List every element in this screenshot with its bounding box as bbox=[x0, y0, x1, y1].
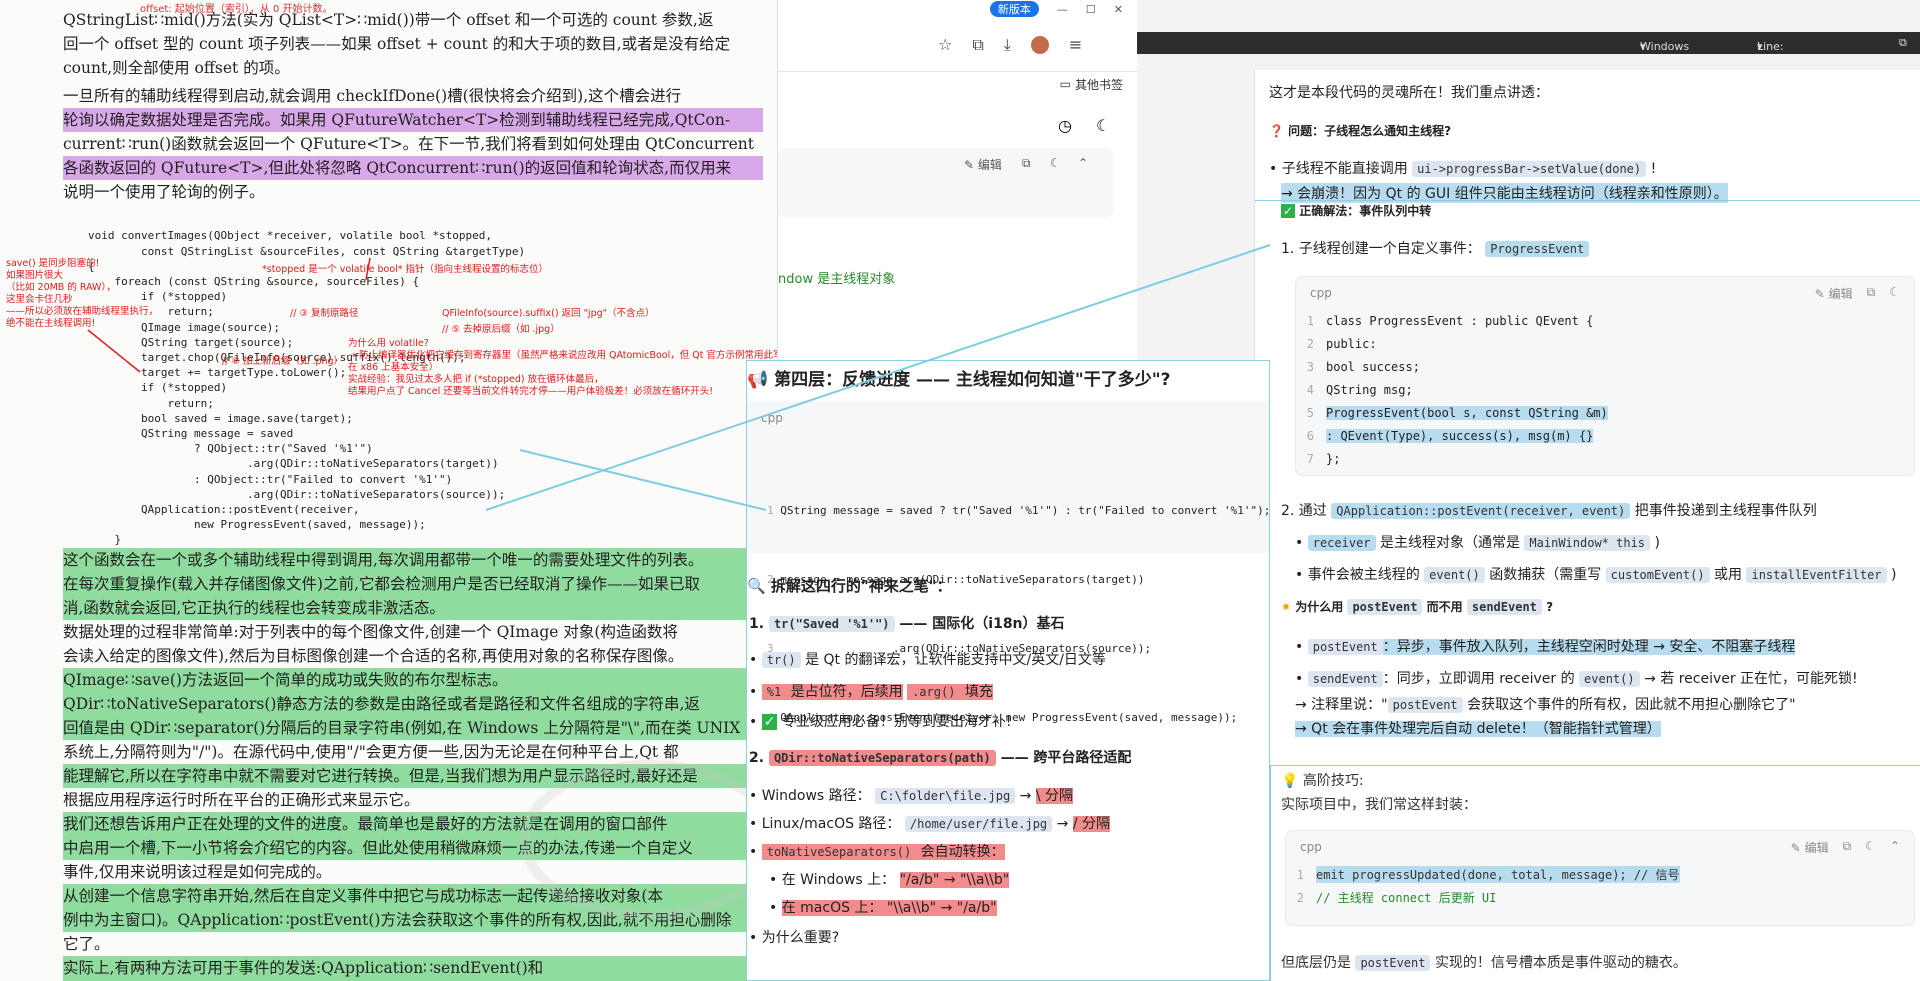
editor-statusbar: ▾ Windows (CRLF) ▾ Line: 30, Col: 24 ⧉ bbox=[1137, 32, 1920, 54]
annotation-add-note: // ⑥ 加上新后缀（如 .png） bbox=[222, 356, 344, 367]
progress-event-code-card: cpp ✎ 编辑 ⧉ ☾ 1 class ProgressEvent : public … bbox=[1295, 276, 1915, 476]
edit-button[interactable]: ✎ 编辑 bbox=[1815, 285, 1853, 302]
book-para-8: 实际上,有两种方法可用于事件的发送:QApplication∷sendEvent… bbox=[63, 956, 763, 981]
check-icon: ✓ bbox=[761, 714, 778, 730]
copy-icon[interactable]: ⧉ bbox=[1867, 285, 1876, 302]
magnifier-icon: 🔍 bbox=[747, 577, 766, 595]
browser-code-card: ✎ 编辑 ⧉ ☾ ⌃ bbox=[778, 148, 1113, 218]
collapse-icon[interactable]: ⌃ bbox=[1890, 839, 1900, 856]
center-code-card: cpp 1 QString message = saved ? tr("Save… bbox=[747, 401, 1269, 724]
why-important: • 为什么重要? bbox=[749, 930, 840, 946]
book-para-2: 一旦所有的辅助线程得到启动,就会调用 checkIfDone()槽(很快将会介绍… bbox=[63, 84, 763, 204]
browser-window: 新版本 — ☐ ✕ ☆ ⧉ ⤓ ≡ ▭ 其他书签 ◷ ☾ ✎ 编辑 ⧉ ☾ ⌃ … bbox=[777, 0, 1137, 370]
bulb-icon: 💡 bbox=[1281, 773, 1299, 789]
tip-footer: 但底层仍是 postEvent 实现的！信号槽本质是事件驱动的糖衣。 bbox=[1281, 955, 1687, 971]
browser-content: ◷ ☾ ✎ 编辑 ⧉ ☾ ⌃ ndow 是主线程对象 bbox=[778, 96, 1137, 370]
tip-title: 💡 高阶技巧: bbox=[1281, 773, 1364, 789]
question-icon: ❓ bbox=[1269, 124, 1284, 138]
theme-icon[interactable]: ☾ bbox=[1889, 285, 1900, 302]
edit-button[interactable]: ✎ 编辑 bbox=[964, 156, 1002, 173]
new-version-badge[interactable]: 新版本 bbox=[989, 1, 1039, 17]
theme-icon[interactable]: ☾ bbox=[1050, 156, 1061, 170]
right-intro: 这才是本段代码的灵魂所在！我们重点讲透： bbox=[1269, 85, 1549, 101]
bullet-sendevent: • sendEvent ：同步，立即调用 receiver 的 event() →… bbox=[1295, 671, 1858, 687]
why-postevent-title: ✷ 为什么用 postEvent 而不用 sendEvent ? bbox=[1281, 599, 1554, 615]
annotation-stopped-note: *stopped 是一个 volatile bool* 指针（指向主线程设置的标… bbox=[262, 264, 549, 275]
bookmarks-bar: ▭ 其他书签 bbox=[778, 72, 1137, 96]
layout-icon[interactable]: ⧉ bbox=[1899, 36, 1907, 50]
extensions-icon[interactable]: ⧉ bbox=[972, 35, 983, 55]
edit-button[interactable]: ✎ 编辑 bbox=[1791, 839, 1829, 856]
download-icon[interactable]: ⤓ bbox=[1004, 35, 1011, 55]
item-1-bullet-3: • ✓ 专业级应用必备！别等到要出海才补! bbox=[749, 714, 1012, 730]
annotation-save-note: save() 是同步阻塞的! 如果图片很大 （比如 20MB 的 RAW）， 这… bbox=[6, 258, 159, 329]
auto-convert-bullet: • toNativeSeparators() 会自动转换： bbox=[749, 844, 1005, 860]
annotation-exp-note: 实战经验：我见过太多人把 if (*stopped) 放在循环体最后， 结果用户… bbox=[348, 374, 714, 397]
advanced-tip-panel: 💡 高阶技巧: 实际项目中，我们常这样封装： cpp ✎ 编辑 ⧉ ☾ ⌃ 1 emit … bbox=[1270, 765, 1920, 981]
annotation-suffix-note: QFileInfo(source).suffix() 返回 "jpg"（不含点） bbox=[442, 308, 655, 319]
mac-sub-bullet: • 在 macOS 上： "\\a\\b" → "/a/b" bbox=[769, 900, 997, 916]
windows-path-bullet: • Windows 路径： C:\folder\file.jpg → \ 分隔 bbox=[749, 788, 1073, 804]
theme-icon[interactable]: ☾ bbox=[1865, 839, 1876, 856]
breakdown-title: 🔍 拆解这四行的"神来之笔"： bbox=[747, 577, 952, 595]
check-icon: ✓ bbox=[1281, 204, 1296, 218]
step-2: 2. 通过 QApplication::postEvent(receiver, … bbox=[1281, 503, 1817, 519]
question-title: ❓ 问题：子线程怎么通知主线程? bbox=[1269, 124, 1452, 138]
center-title: 📢 第四层：反馈进度 —— 主线程如何知道"干了多少"? bbox=[747, 370, 1171, 390]
bullet-postevent: • postEvent ：异步，事件放入队列，主线程空闲时处理 → 安全、不阻塞子… bbox=[1295, 639, 1796, 655]
minimize-icon[interactable]: — bbox=[1057, 3, 1068, 16]
bullet-receiver: • receiver 是主线程对象（通常是 MainWindow* this ) bbox=[1295, 535, 1660, 551]
center-explanation-panel: 📢 第四层：反馈进度 —— 主线程如何知道"干了多少"? cpp 1 QStri… bbox=[746, 360, 1270, 981]
item-1-bullet-2: • %1 是占位符，后续用 .arg() 填充 bbox=[749, 684, 993, 700]
other-bookmarks-link[interactable]: 其他书签 bbox=[1075, 76, 1123, 93]
maximize-icon[interactable]: ☐ bbox=[1086, 3, 1096, 16]
star-icon[interactable]: ☆ bbox=[938, 35, 952, 54]
bullet-event-capture: • 事件会被主线程的 event() 函数捕获（需重写 customEvent(… bbox=[1295, 567, 1897, 583]
auto-delete-note: → Qt 会在事件处理完后自动 delete！（智能指针式管理） bbox=[1295, 721, 1661, 737]
annotation-volatile-note: 为什么用 volatile? → 防止编译器优化把它缓存到寄存器里（虽然严格来说… bbox=[348, 338, 777, 373]
copy-icon[interactable]: ⧉ bbox=[1843, 839, 1852, 856]
linux-path-bullet: • Linux/macOS 路径： /home/user/file.jpg → … bbox=[749, 816, 1110, 832]
item-2-heading: 2. QDir::toNativeSeparators(path) —— 跨平台… bbox=[749, 750, 1132, 766]
menu-icon[interactable]: ≡ bbox=[1069, 35, 1082, 54]
browser-titlebar: 新版本 — ☐ ✕ bbox=[778, 0, 1137, 18]
annotation-copy-note: // ③ 复制原路径 bbox=[290, 308, 359, 319]
annotation-chop-note: // ⑤ 去掉原后缀（如 .jpg） bbox=[442, 324, 560, 335]
dark-mode-icon[interactable]: ☾ bbox=[1096, 116, 1110, 135]
browser-fragment-text: ndow 是主线程对象 bbox=[778, 272, 896, 287]
ownership-note: → 注释里说：" postEvent 会获取这个事件的所有权，因此就不用担心删除它… bbox=[1295, 697, 1796, 713]
item-1-bullet-1: • tr() 是 Qt 的翻译宏，让软件能支持中文/英文/日文等 bbox=[749, 652, 1106, 668]
copy-icon[interactable]: ⧉ bbox=[1022, 156, 1031, 171]
tip-intro: 实际项目中，我们常这样封装： bbox=[1281, 797, 1477, 813]
megaphone-icon: 📢 bbox=[747, 370, 769, 390]
avatar[interactable] bbox=[1030, 35, 1049, 54]
bullet-no-direct-call: • 子线程不能直接调用 ui->progressBar->setValue(do… bbox=[1269, 161, 1657, 177]
book-para-3: 这个函数会在一个或多个辅助线程中得到调用,每次调用都带一个唯一的需要处理文件的列… bbox=[63, 548, 763, 620]
star-icon: ✷ bbox=[1281, 600, 1292, 614]
close-icon[interactable]: ✕ bbox=[1114, 3, 1123, 16]
collapse-icon[interactable]: ⌃ bbox=[1078, 156, 1088, 170]
book-para-4: 数据处理的过程非常简单:对于列表中的每个图像文件,创建一个 QImage 对象(… bbox=[63, 620, 763, 692]
step-1: 1. 子线程创建一个自定义事件： ProgressEvent bbox=[1281, 238, 1590, 258]
windows-sub-bullet: • 在 Windows 上： "/a/b" → "\\a\\b" bbox=[769, 872, 1010, 888]
watermark-seal bbox=[520, 760, 777, 920]
book-page-image: offset: 起始位置（索引），从 0 开始计数。 QStringList∷m… bbox=[0, 0, 777, 981]
download-status-icon[interactable]: ◷ bbox=[1058, 116, 1072, 135]
tip-code-card: cpp ✎ 编辑 ⧉ ☾ ⌃ 1 emit progressUpdated(done, t… bbox=[1285, 830, 1915, 926]
correct-solution-title: ✓ 正确解法：事件队列中转 bbox=[1281, 204, 1432, 218]
folder-icon: ▭ bbox=[1059, 77, 1071, 91]
item-1-heading: 1. tr("Saved '%1'") —— 国际化（i18n）基石 bbox=[749, 616, 1065, 632]
book-para-1: QStringList∷mid()方法(实为 QList<T>∷mid())带一… bbox=[63, 11, 731, 77]
browser-toolbar: ☆ ⧉ ⤓ ≡ bbox=[778, 18, 1137, 72]
